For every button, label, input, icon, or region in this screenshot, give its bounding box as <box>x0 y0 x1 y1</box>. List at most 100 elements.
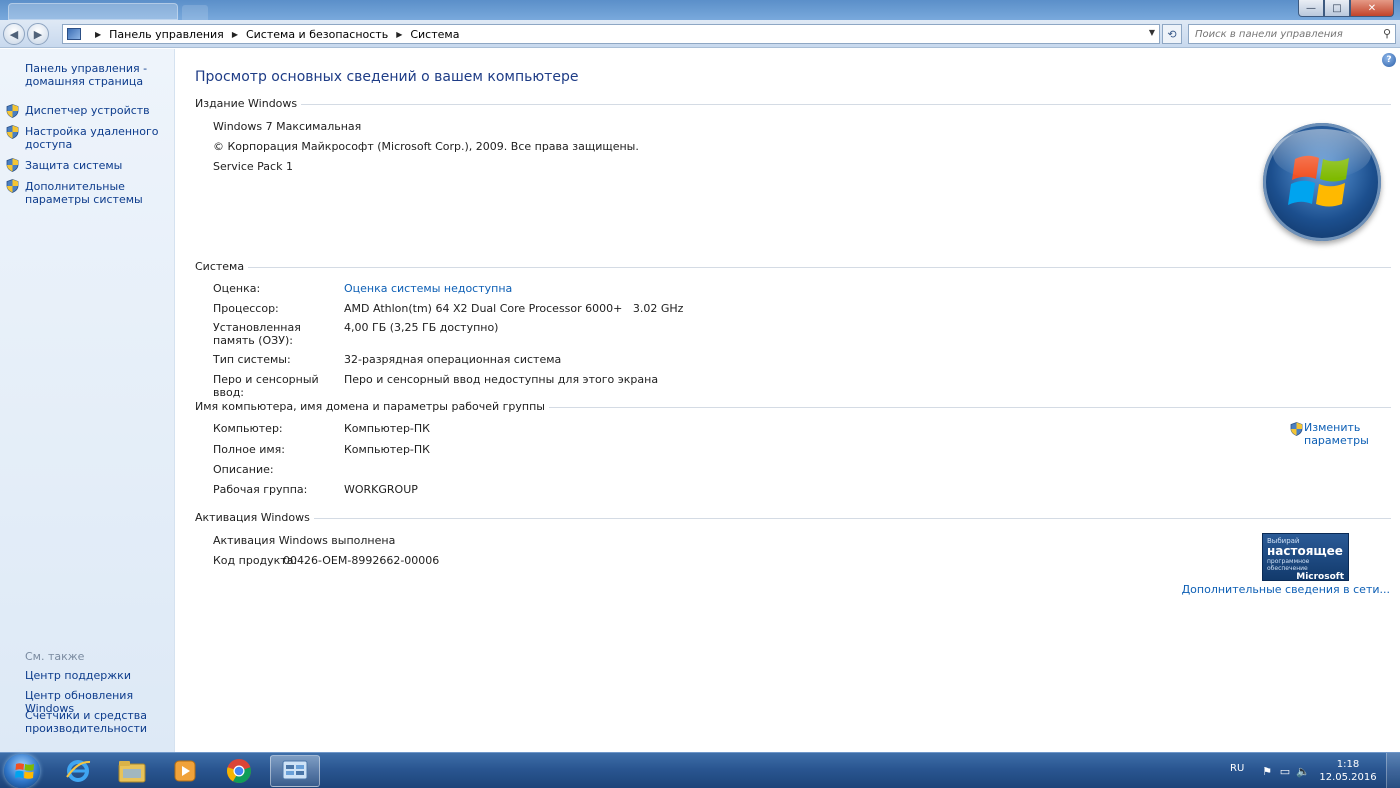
logo-gloss <box>1273 129 1371 179</box>
edition-service-pack: Service Pack 1 <box>213 160 293 173</box>
media-player-icon <box>174 760 196 782</box>
sidebar-item-system-protection[interactable]: Защита системы <box>25 159 170 172</box>
product-key-value: 00426-OEM-8992662-00006 <box>283 554 440 567</box>
address-bar[interactable]: ▶ Панель управления ▶ Система и безопасн… <box>62 24 1160 44</box>
windows-flag-icon <box>15 763 34 779</box>
flag-icon[interactable]: ⚑ <box>1260 764 1274 778</box>
control-panel-icon <box>67 28 81 40</box>
rating-label: Оценка: <box>213 282 261 295</box>
forward-button[interactable]: ▶ <box>27 23 49 45</box>
main-content: ? Просмотр основных сведений о вашем ком… <box>176 49 1400 752</box>
maximize-button[interactable]: □ <box>1324 0 1350 17</box>
section-system: Система <box>195 260 1391 274</box>
folder-icon <box>118 761 146 783</box>
search-input[interactable] <box>1195 28 1375 40</box>
see-also-performance[interactable]: Счетчики и средства производительности <box>25 709 170 735</box>
section-windows-edition: Издание Windows <box>195 97 1391 111</box>
chevron-right-icon[interactable]: ▶ <box>396 30 402 39</box>
see-also-action-center[interactable]: Центр поддержки <box>25 669 170 682</box>
chrome-icon <box>227 759 251 783</box>
see-also-title: См. также <box>25 650 85 663</box>
section-title: Издание Windows <box>195 97 302 110</box>
internet-explorer-icon <box>66 760 91 782</box>
section-title: Имя компьютера, имя домена и параметры р… <box>195 400 549 413</box>
arrow-right-icon: ▶ <box>33 27 43 41</box>
badge-line-2: настоящее <box>1267 544 1343 558</box>
shield-icon <box>6 125 19 139</box>
address-dropdown-icon[interactable]: ▼ <box>1149 28 1155 37</box>
network-icon[interactable]: ▭ <box>1278 764 1292 778</box>
search-icon[interactable]: ⚲ <box>1383 27 1391 40</box>
start-button[interactable] <box>4 754 40 788</box>
cpu-label: Процессор: <box>213 302 279 315</box>
workgroup-label: Рабочая группа: <box>213 483 308 496</box>
cpu-value: AMD Athlon(tm) 64 X2 Dual Core Processor… <box>344 302 684 315</box>
window-title-bar: — □ ✕ <box>0 0 1400 20</box>
window-tab-small[interactable] <box>182 5 208 20</box>
sidebar-item-device-manager[interactable]: Диспетчер устройств <box>25 104 170 117</box>
section-divider <box>195 518 1391 519</box>
change-settings-link[interactable]: Изменить параметры <box>1290 421 1370 447</box>
edition-name: Windows 7 Максимальная <box>213 120 362 133</box>
refresh-button[interactable]: ⟲ <box>1162 24 1182 44</box>
full-name-label: Полное имя: <box>213 443 285 456</box>
window-tab[interactable] <box>8 3 178 20</box>
breadcrumb-system-security[interactable]: Система и безопасность <box>246 28 388 41</box>
section-computer-name: Имя компьютера, имя домена и параметры р… <box>195 400 1391 414</box>
back-button[interactable]: ◀ <box>3 23 25 45</box>
clock[interactable]: 1:18 12.05.2016 <box>1318 758 1378 784</box>
workgroup-value: WORKGROUP <box>344 483 418 496</box>
taskbar-chrome[interactable] <box>214 755 264 787</box>
clock-date: 12.05.2016 <box>1319 772 1377 783</box>
full-name-value: Компьютер-ПК <box>344 443 430 456</box>
show-desktop-button[interactable] <box>1386 753 1400 788</box>
activation-status: Активация Windows выполнена <box>213 534 396 547</box>
badge-line-3: программное обеспечение <box>1267 558 1310 572</box>
search-box[interactable]: ⚲ <box>1188 24 1396 44</box>
shield-icon <box>6 104 19 118</box>
genuine-microsoft-badge[interactable]: Выбирай настоящее программное обеспечени… <box>1262 533 1349 582</box>
breadcrumb: ▶ Панель управления ▶ Система и безопасн… <box>87 28 459 41</box>
arrow-left-icon: ◀ <box>9 27 19 41</box>
windows-logo-icon <box>1263 123 1381 241</box>
language-indicator[interactable]: RU <box>1230 763 1244 774</box>
rating-link[interactable]: Оценка системы недоступна <box>344 282 512 295</box>
page-title: Просмотр основных сведений о вашем компь… <box>195 69 579 85</box>
refresh-icon: ⟲ <box>1167 27 1177 41</box>
minimize-button[interactable]: — <box>1298 0 1324 17</box>
pen-touch-value: Перо и сенсорный ввод недоступны для это… <box>344 373 659 386</box>
section-activation: Активация Windows <box>195 511 1391 525</box>
help-icon[interactable]: ? <box>1382 53 1396 67</box>
chevron-right-icon[interactable]: ▶ <box>95 30 101 39</box>
volume-icon[interactable]: 🔈 <box>1296 764 1310 778</box>
computer-name-value: Компьютер-ПК <box>344 422 430 435</box>
computer-name-label: Компьютер: <box>213 422 283 435</box>
window-controls: — □ ✕ <box>1298 0 1394 17</box>
section-divider <box>195 267 1391 268</box>
shield-icon <box>6 158 19 172</box>
breadcrumb-control-panel[interactable]: Панель управления <box>109 28 224 41</box>
ram-value: 4,00 ГБ (3,25 ГБ доступно) <box>344 321 499 334</box>
taskbar-explorer[interactable] <box>107 755 157 787</box>
taskbar-control-panel[interactable] <box>270 755 320 787</box>
close-button[interactable]: ✕ <box>1350 0 1394 17</box>
section-title: Система <box>195 260 249 273</box>
taskbar-internet-explorer[interactable] <box>53 755 103 787</box>
chevron-right-icon[interactable]: ▶ <box>232 30 238 39</box>
sidebar-item-advanced-settings[interactable]: Дополнительные параметры системы <box>25 180 170 206</box>
description-label: Описание: <box>213 463 274 476</box>
edition-copyright: © Корпорация Майкрософт (Microsoft Corp.… <box>213 140 639 153</box>
control-panel-icon <box>282 760 308 780</box>
breadcrumb-system[interactable]: Система <box>410 28 459 41</box>
sidebar: Панель управления - домашняя страница Ди… <box>0 49 175 752</box>
sidebar-item-remote-settings[interactable]: Настройка удаленного доступа <box>25 125 170 151</box>
sidebar-home-link[interactable]: Панель управления - домашняя страница <box>25 62 170 88</box>
ram-label: Установленная память (ОЗУ): <box>213 321 301 347</box>
system-tray: RU ⚑ ▭ 🔈 1:18 12.05.2016 <box>1220 753 1400 788</box>
system-type-label: Тип системы: <box>213 353 291 366</box>
clock-time: 1:18 <box>1336 759 1360 770</box>
address-bar-row: ◀ ▶ ▶ Панель управления ▶ Система и безо… <box>0 20 1400 48</box>
section-title: Активация Windows <box>195 511 314 524</box>
more-info-online-link[interactable]: Дополнительные сведения в сети... <box>1182 583 1390 596</box>
taskbar-media-player[interactable] <box>160 755 210 787</box>
